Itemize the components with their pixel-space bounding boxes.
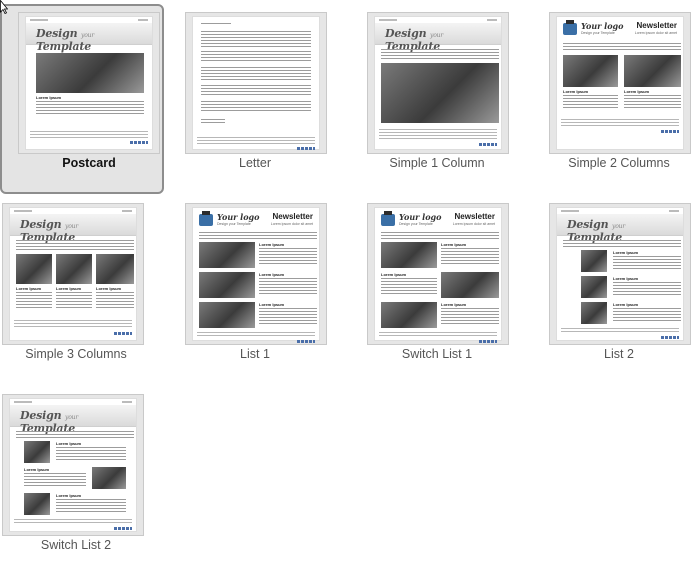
mouse-pointer-icon: [0, 0, 8, 14]
thumbnail-photo: [199, 272, 255, 298]
template-thumbnail: Design your Template Lorem Ipsum Lorem I…: [2, 203, 144, 345]
thumbnail-photo: [581, 276, 607, 298]
thumbnail-photo: [563, 55, 618, 87]
template-tile-simple-2-columns[interactable]: Your logo Design your Template Newslette…: [531, 4, 695, 194]
thumbnail-photo: [381, 63, 499, 123]
logo-icon: [381, 211, 395, 226]
template-label: Simple 3 Columns: [25, 347, 127, 361]
thumbnail-photo: [441, 272, 499, 298]
template-tile-list-2[interactable]: Design your Template Lorem Ipsum Lorem I…: [531, 195, 695, 385]
template-tile-switch-list-2[interactable]: Design your Template Lorem Ipsum Lorem I…: [0, 386, 164, 576]
template-label: Simple 1 Column: [389, 156, 485, 170]
thumbnail-photo: [581, 250, 607, 272]
template-label: Switch List 2: [40, 538, 112, 552]
thumbnail-photo: [199, 302, 255, 328]
template-tile-switch-list-1[interactable]: Your logo Design your Template Newslette…: [349, 195, 513, 385]
thumbnail-photo: [96, 254, 134, 284]
thumbnail-photo: [199, 242, 255, 268]
template-label: List 1: [240, 347, 270, 361]
template-label: List 2: [604, 347, 634, 361]
thumbnail-photo: [24, 493, 50, 515]
thumbnail-photo: [92, 467, 126, 489]
template-thumbnail: Design your Template Lorem Ipsum: [18, 12, 160, 154]
template-label: Postcard: [62, 156, 116, 170]
thumbnail-photo: [624, 55, 681, 87]
thumbnail-photo: [36, 53, 144, 93]
logo-icon: [199, 211, 213, 226]
template-thumbnail: Your logo Design your Template Newslette…: [185, 203, 327, 345]
template-label: Simple 2 Columns: [568, 156, 670, 170]
template-thumbnail: Design your Template: [367, 12, 509, 154]
logo-icon: [563, 20, 577, 35]
template-tile-letter[interactable]: Letter: [167, 4, 331, 194]
template-label: Switch List 1: [401, 347, 473, 361]
template-tile-simple-3-columns[interactable]: Design your Template Lorem Ipsum Lorem I…: [0, 195, 164, 385]
template-tile-postcard[interactable]: Design your Template Lorem Ipsum Postcar…: [0, 4, 164, 194]
thumbnail-photo: [381, 242, 437, 268]
template-tile-list-1[interactable]: Your logo Design your Template Newslette…: [167, 195, 331, 385]
thumbnail-photo: [16, 254, 52, 284]
template-label: Letter: [239, 156, 271, 170]
thumbnail-photo: [56, 254, 92, 284]
template-thumbnail: [185, 12, 327, 154]
template-thumbnail: Design your Template Lorem Ipsum Lorem I…: [549, 203, 691, 345]
template-thumbnail: Your logo Design your Template Newslette…: [367, 203, 509, 345]
thumbnail-photo: [381, 302, 437, 328]
template-thumbnail: Your logo Design your Template Newslette…: [549, 12, 691, 154]
template-tile-simple-1-column[interactable]: Design your Template Simple 1 Column: [349, 4, 513, 194]
template-thumbnail: Design your Template Lorem Ipsum Lorem I…: [2, 394, 144, 536]
thumbnail-photo: [24, 441, 50, 463]
thumbnail-photo: [581, 302, 607, 324]
